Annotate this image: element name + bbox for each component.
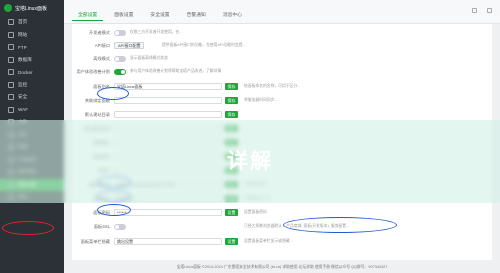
sidebar-item-label: 首页 [18, 19, 28, 25]
setting-label: 面板SSL [93, 223, 110, 229]
sidebar-item-label: 数据库 [18, 56, 32, 62]
panel-ssl-toggle[interactable] [114, 223, 126, 230]
sidebar-item-label: 网站 [18, 31, 28, 37]
monitor-icon [8, 81, 14, 88]
bt-logo-icon [4, 4, 12, 12]
database-icon [8, 56, 14, 63]
brand-name: 宝塔Linux面板 [15, 5, 47, 12]
setting-row-panel-alias: 面板别名 宝塔Linux面板 保存 给面板命名的名称，可用于区分... [72, 82, 492, 91]
set-button[interactable]: 设置 [225, 238, 238, 245]
annotation-circle-panel-alias [97, 87, 129, 100]
setting-desc: 提供面板API接口的功能，在使用API功能时会提... [162, 43, 246, 47]
sidebar-item-label: Docker [18, 69, 33, 75]
setting-label: API接口 [94, 42, 110, 48]
sidebar-item-home[interactable]: 首页 [0, 16, 64, 29]
sidebar-item-website[interactable]: 网站 [0, 29, 64, 42]
setting-row-ux-plan: 用户体验改善计划 参与用户体验改善计划将帮助宝塔产品改进，了解详情 [72, 67, 492, 76]
sidebar-item-label: FTP [18, 44, 27, 50]
setting-row-panel-ssl: 面板SSL 已经大多数浏览器默认... 产品商城, 面板(开发版本), 服务配置… [72, 222, 492, 231]
brand: 宝塔Linux面板 [0, 0, 64, 16]
annotation-circle-panel-password [97, 204, 131, 216]
setting-desc: 参与用户体验改善计划将帮助宝塔产品改进，了解详情 [130, 69, 222, 73]
setting-label: 离线模式 [93, 55, 110, 61]
setting-label: 用户体验改善计划 [76, 68, 110, 74]
setting-label: 开发者模式 [89, 29, 110, 35]
ftp-icon [8, 44, 14, 51]
sidebar-item-monitor[interactable]: 监控 [0, 79, 64, 92]
api-config-button[interactable]: API接口配置 [114, 42, 145, 49]
sidebar-item-database[interactable]: 数据库 [0, 54, 64, 67]
tab-alert-notify[interactable]: 告警通知 [181, 9, 212, 21]
setting-desc: 设置面板密码 [244, 210, 267, 214]
setting-row-offline-mode: 离线模式 显示面板离线模式状态 [72, 54, 492, 63]
globe-icon [8, 31, 14, 38]
sidebar-item-security[interactable]: 安全 [0, 91, 64, 104]
annotation-circle-ssl-links [283, 217, 397, 233]
setting-row-menu-hide: 面板菜单栏隐藏 跳出设置 设置 设置面板菜单栏显示或隐藏... [72, 237, 492, 246]
topbar: 全部设置 面板设置 安全设置 告警通知 消息中心 [64, 0, 500, 24]
developer-mode-toggle[interactable] [114, 29, 126, 36]
setting-row-bind-panel: 关联绑定面板 保存 将服务器时间同步... [72, 96, 492, 105]
sidebar-item-docker[interactable]: Docker [0, 66, 64, 79]
setting-row-site-dir: 默认建站目录 保存 [72, 110, 492, 119]
set-button[interactable]: 设置 [225, 209, 238, 216]
panel-alias-input[interactable]: 宝塔Linux面板 [114, 83, 222, 90]
tab-message-center[interactable]: 消息中心 [217, 9, 248, 21]
sidebar-item-ftp[interactable]: FTP [0, 41, 64, 54]
tab-panel-settings[interactable]: 面板设置 [108, 9, 139, 21]
save-button[interactable]: 保存 [225, 83, 238, 90]
setting-row-api: API接口 API接口配置 提供面板API接口的功能，在使用API功能时会提..… [72, 41, 492, 50]
home-icon [8, 19, 14, 26]
menu-hide-input[interactable]: 跳出设置 [114, 238, 222, 245]
setting-desc: 显示面板离线模式状态 [130, 56, 168, 60]
setting-label: 默认建站目录 [84, 111, 110, 117]
settings-tabs: 全部设置 面板设置 安全设置 告警通知 消息中心 [72, 9, 248, 21]
setting-row-developer-mode: 开发者模式 仅限三方开发者开发使用，在... [72, 28, 492, 37]
overlay-title: 详解 [227, 149, 273, 173]
sidebar-item-waf[interactable]: WAF [0, 104, 64, 117]
sidebar-item-label: 安全 [18, 94, 28, 100]
tab-security-settings[interactable]: 安全设置 [144, 9, 175, 21]
sidebar-item-label: 监控 [18, 81, 28, 87]
save-button[interactable]: 保存 [225, 97, 238, 104]
firewall-icon [8, 106, 14, 113]
setting-desc: 仅限三方开发者开发使用，在... [130, 30, 183, 34]
tab-all-settings[interactable]: 全部设置 [72, 9, 104, 21]
docker-icon [8, 69, 14, 76]
shield-icon [8, 94, 14, 101]
footer: 宝塔Linux面板 ©2014-2024 广东堡塔安全技术有限公司 (bt.cn… [176, 265, 388, 269]
sidebar-item-label: WAF [18, 107, 29, 113]
offline-mode-toggle[interactable] [114, 55, 126, 62]
bell-icon[interactable] [472, 8, 477, 13]
site-dir-input[interactable] [114, 111, 222, 118]
window-icon[interactable] [487, 8, 492, 13]
setting-label: 面板菜单栏隐藏 [80, 238, 110, 244]
bind-panel-input[interactable] [114, 97, 222, 104]
highlight-circle-panel-settings [2, 221, 54, 235]
save-button[interactable]: 保存 [225, 111, 238, 118]
setting-desc: 给面板命名的名称，可用于区分... [244, 84, 301, 88]
setting-desc: 将服务器时间同步... [244, 98, 278, 102]
setting-desc: 设置面板菜单栏显示或隐藏... [244, 239, 293, 243]
setting-row-panel-password: 面板密码 ****** 设置 设置面板密码 [72, 208, 492, 217]
top-icons [472, 8, 492, 13]
ux-plan-toggle[interactable] [114, 68, 126, 75]
